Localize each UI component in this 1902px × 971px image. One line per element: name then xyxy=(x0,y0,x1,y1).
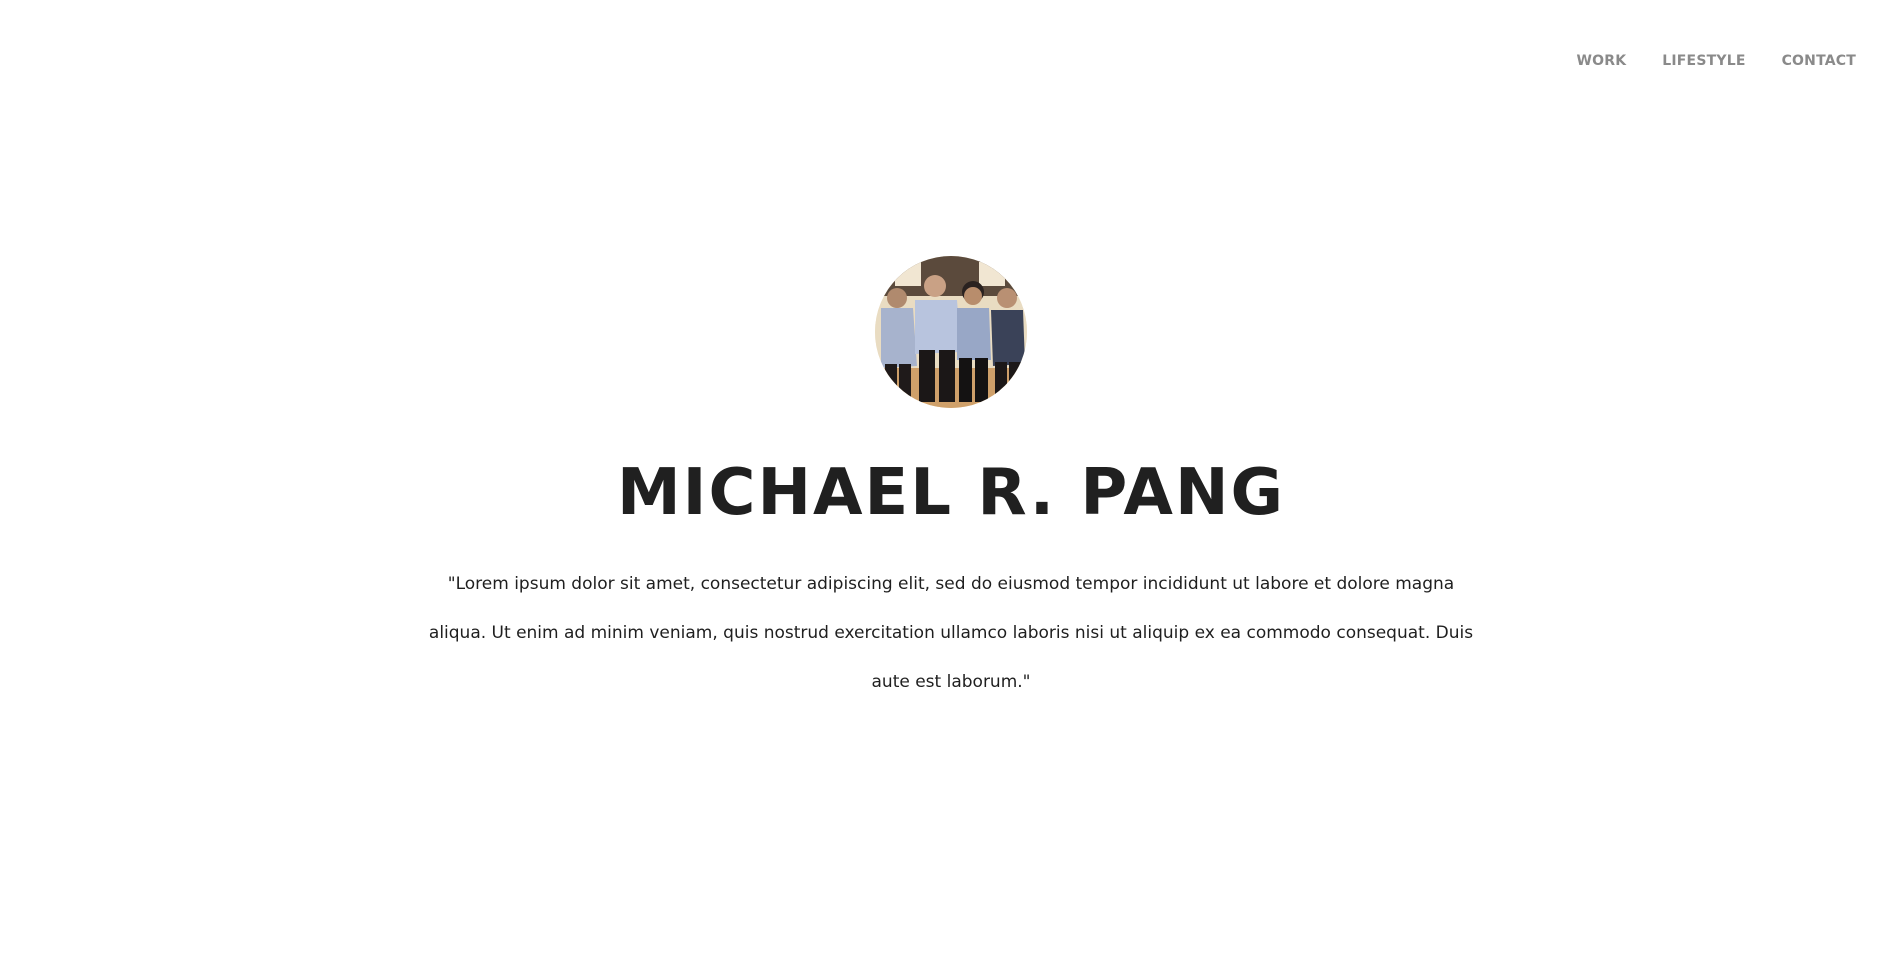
nav-link-work[interactable]: WORK xyxy=(1576,53,1626,69)
nav-item-contact: CONTACT xyxy=(1782,52,1856,70)
nav-item-lifestyle: LIFESTYLE xyxy=(1662,52,1745,70)
hero-section: MICHAEL R. PANG "Lorem ipsum dolor sit a… xyxy=(0,256,1902,707)
page-title: MICHAEL R. PANG xyxy=(616,456,1286,530)
intro-quote: "Lorem ipsum dolor sit amet, consectetur… xyxy=(428,574,1474,692)
group-photo xyxy=(875,256,1027,408)
avatar xyxy=(875,256,1027,408)
nav-menu: WORK LIFESTYLE CONTACT xyxy=(1576,52,1856,70)
nav-link-lifestyle[interactable]: LIFESTYLE xyxy=(1662,53,1745,69)
nav-item-work: WORK xyxy=(1576,52,1626,70)
nav-link-contact[interactable]: CONTACT xyxy=(1782,53,1856,69)
